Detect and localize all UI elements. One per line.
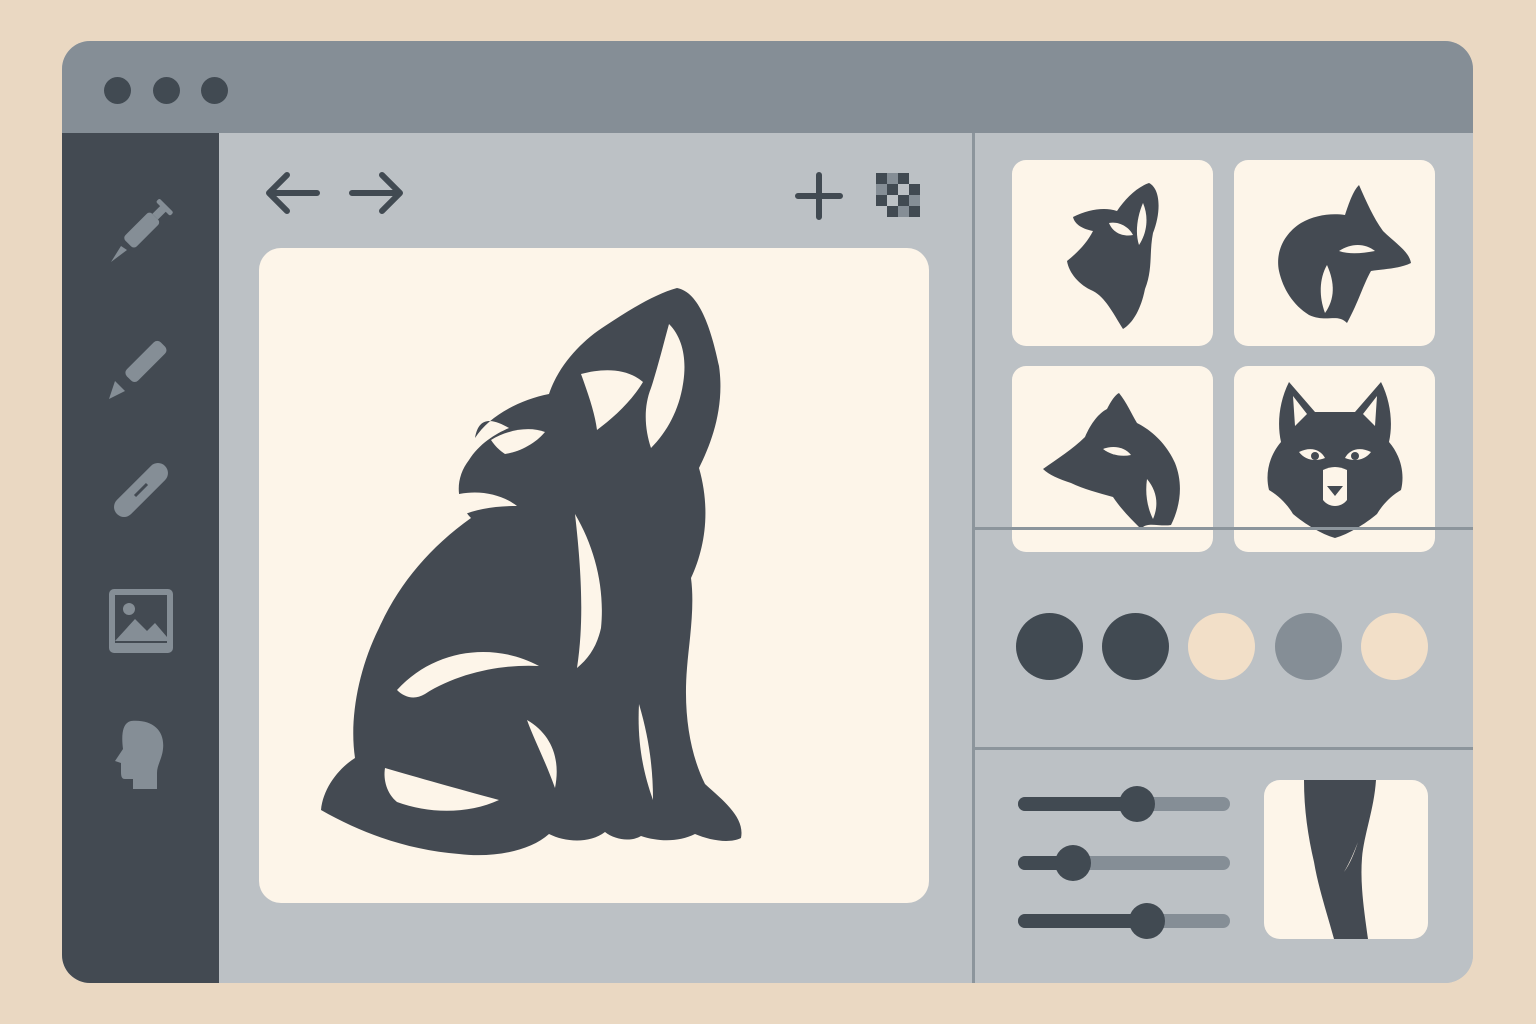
head-profile-icon [115, 720, 164, 789]
section-divider-2 [975, 747, 1473, 750]
app-window [62, 41, 1473, 983]
brush-icon [114, 463, 168, 517]
leg-silhouette-icon [1304, 780, 1376, 939]
slider-knob[interactable] [1119, 786, 1155, 822]
thumbnail-1[interactable] [1012, 160, 1213, 346]
brush-tool-button[interactable] [96, 445, 186, 535]
forward-button[interactable] [348, 169, 406, 221]
color-swatch-1[interactable] [1016, 613, 1083, 680]
image-icon [109, 589, 173, 653]
editor-main [219, 133, 972, 983]
thumbnail-4[interactable] [1234, 366, 1435, 552]
color-swatch-5[interactable] [1361, 613, 1428, 680]
head-tool-button[interactable] [96, 708, 186, 798]
back-button[interactable] [263, 169, 321, 221]
design-canvas[interactable] [259, 248, 929, 903]
right-panel [975, 133, 1473, 983]
checkerboard-icon [876, 173, 920, 217]
section-divider-1 [975, 527, 1473, 530]
color-swatch-4[interactable] [1275, 613, 1342, 680]
preview-panel [1264, 780, 1428, 939]
wolf-head-profile-icon [1042, 393, 1180, 529]
add-button[interactable] [794, 171, 844, 225]
howling-wolf-head-icon [1066, 183, 1159, 329]
howling-wolf-icon [321, 288, 742, 856]
color-swatch-3[interactable] [1188, 613, 1255, 680]
syringe-tool-button[interactable] [96, 183, 186, 273]
color-swatch-2[interactable] [1102, 613, 1169, 680]
pen-tool-button[interactable] [96, 320, 186, 410]
thumbnail-3[interactable] [1012, 366, 1213, 552]
slider-knob[interactable] [1129, 903, 1165, 939]
title-bar [62, 41, 1473, 133]
slider-3[interactable] [1018, 903, 1230, 939]
minimize-dot[interactable] [153, 77, 180, 104]
plus-icon [795, 172, 843, 220]
maximize-dot[interactable] [201, 77, 228, 104]
wolf-face-front-icon [1267, 382, 1402, 538]
wolf-head-side-icon [1277, 185, 1411, 323]
slider-1[interactable] [1018, 786, 1230, 822]
slider-knob[interactable] [1055, 845, 1091, 881]
arrow-right-icon [349, 172, 403, 214]
syringe-icon [111, 199, 173, 262]
thumbnail-2[interactable] [1234, 160, 1435, 346]
tool-sidebar [62, 133, 219, 983]
arrow-left-icon [266, 172, 320, 214]
image-tool-button[interactable] [96, 576, 186, 666]
close-dot[interactable] [104, 77, 131, 104]
slider-2[interactable] [1018, 845, 1230, 881]
slider-fill [1018, 914, 1147, 928]
transparency-button[interactable] [876, 173, 920, 221]
pen-icon [109, 340, 167, 399]
